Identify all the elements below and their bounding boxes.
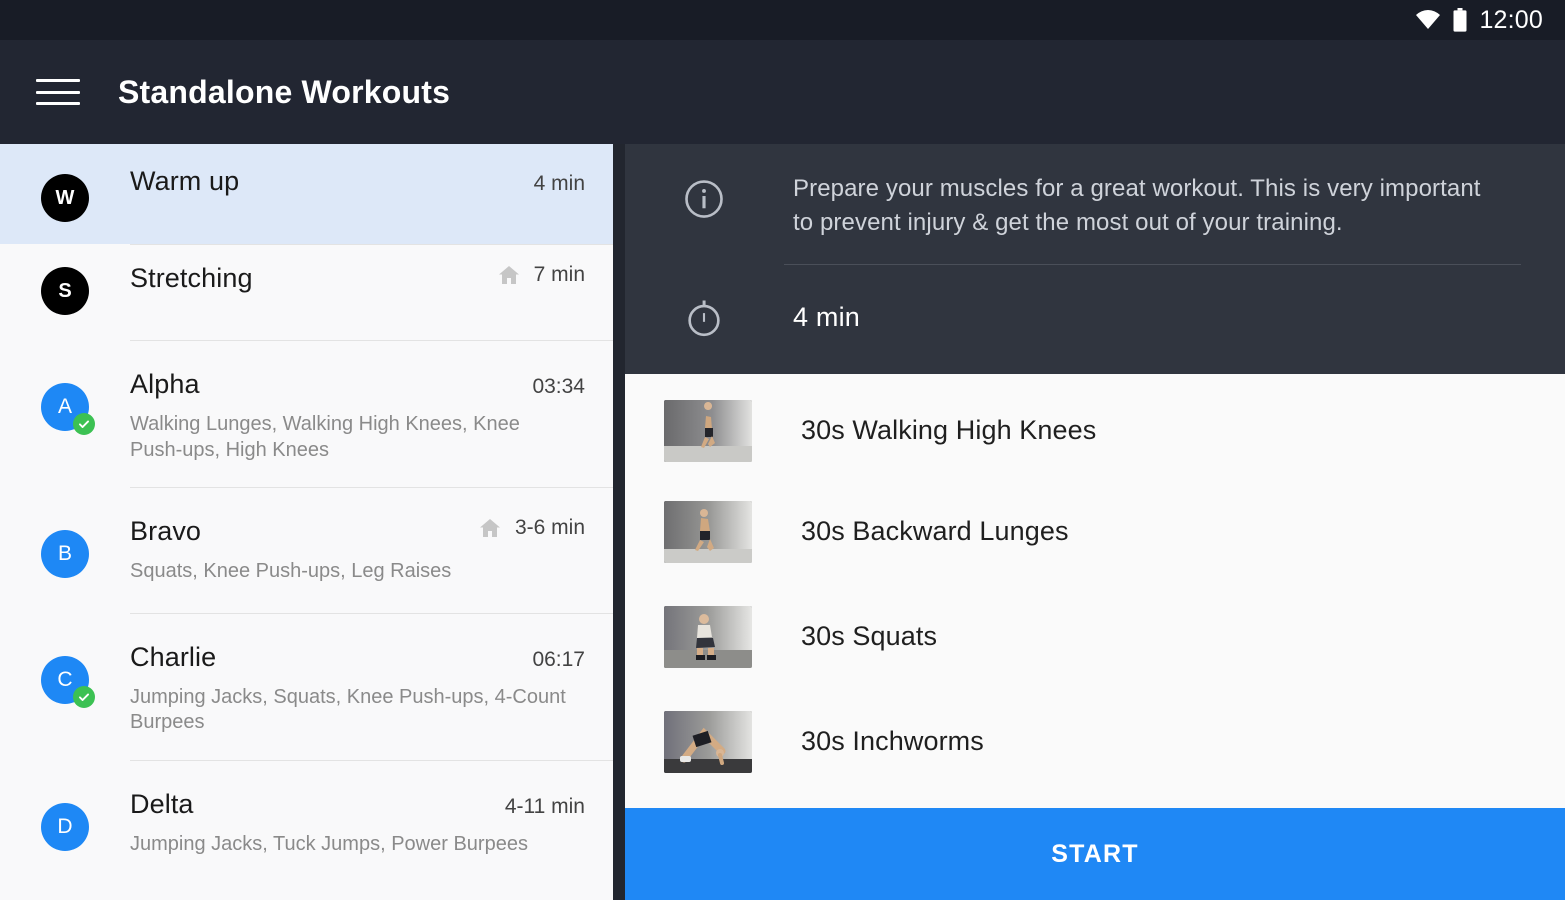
- workout-exercises-summary: Jumping Jacks, Squats, Knee Push-ups, 4-…: [130, 685, 566, 734]
- avatar-column: W: [0, 144, 130, 244]
- workout-row-delta[interactable]: D Delta 4-11 min Jumping Jacks, Tuck Jum…: [0, 760, 613, 858]
- stopwatch-icon: [683, 297, 725, 344]
- avatar: S: [41, 267, 89, 315]
- workout-row-stretching[interactable]: S Stretching 7 min: [0, 245, 613, 340]
- exercise-thumbnail: [664, 605, 752, 668]
- page-title: Standalone Workouts: [118, 73, 451, 110]
- exercise-item[interactable]: 30s Squats: [625, 584, 1565, 689]
- start-button[interactable]: START: [625, 808, 1565, 900]
- content-area: W Warm up 4 min S Stretching 7 min A Alp…: [0, 144, 1565, 900]
- avatar-column: A: [0, 341, 130, 463]
- avatar: D: [41, 802, 89, 851]
- battery-icon: [1453, 8, 1467, 32]
- workout-title: Stretching: [130, 263, 253, 293]
- avatar: B: [41, 530, 89, 579]
- workout-row-warm-up[interactable]: W Warm up 4 min: [0, 144, 613, 244]
- workout-title: Delta: [130, 788, 194, 819]
- workout-duration: 3-6 min: [514, 516, 585, 540]
- workout-duration-detail: 4 min: [793, 302, 861, 333]
- exercise-thumbnail: [664, 500, 752, 563]
- avatar-column: C: [0, 614, 130, 736]
- workout-title: Warm up: [130, 166, 240, 196]
- exercise-label: 30s Squats: [801, 621, 938, 652]
- workout-duration: 03:34: [532, 375, 585, 398]
- panel-gutter: [613, 144, 625, 900]
- exercise-label: 30s Walking High Knees: [801, 415, 1097, 446]
- detail-header: Prepare your muscles for a great workout…: [625, 144, 1565, 375]
- info-circle-icon: [683, 178, 725, 240]
- info-icon-column: [661, 172, 793, 240]
- workout-exercises-summary: Walking Lunges, Walking High Knees, Knee…: [130, 413, 520, 461]
- workout-exercises-summary: Squats, Knee Push-ups, Leg Raises: [130, 560, 452, 583]
- home-icon: [477, 516, 503, 540]
- avatar-column: S: [0, 245, 130, 340]
- avatar: W: [41, 174, 89, 222]
- wifi-icon: [1415, 10, 1441, 30]
- avatar-letter: W: [55, 186, 75, 209]
- workout-row-content: Delta 4-11 min Jumping Jacks, Tuck Jumps…: [130, 761, 613, 858]
- hamburger-menu-icon[interactable]: [36, 76, 80, 108]
- avatar: C: [41, 655, 95, 708]
- workout-row-content: Stretching 7 min: [130, 245, 613, 340]
- workout-detail-panel: Prepare your muscles for a great workout…: [625, 144, 1565, 900]
- start-button-label: START: [1051, 839, 1139, 868]
- exercise-label: 30s Backward Lunges: [801, 516, 1069, 547]
- workout-row-content: Charlie 06:17 Jumping Jacks, Squats, Kne…: [130, 614, 613, 736]
- workout-duration: 4 min: [533, 172, 585, 195]
- workout-title: Bravo: [130, 516, 202, 547]
- avatar-letter: S: [58, 279, 72, 302]
- home-icon: [496, 263, 522, 287]
- workout-title: Charlie: [130, 641, 217, 672]
- exercise-thumbnail: [664, 399, 752, 462]
- status-bar-time: 12:00: [1479, 5, 1543, 34]
- workout-row-content: Alpha 03:34 Walking Lunges, Walking High…: [130, 341, 613, 463]
- avatar-column: B: [0, 488, 130, 585]
- workout-row-charlie[interactable]: C Charlie 06:17 Jumping Jacks, Squats, K…: [0, 613, 613, 760]
- workout-row-alpha[interactable]: A Alpha 03:34 Walking Lunges, Walking Hi…: [0, 341, 613, 488]
- exercise-item[interactable]: 30s Inchworms: [625, 689, 1565, 794]
- workout-row-content: Bravo 3-6 min Squats, Knee Push-ups, Leg…: [130, 488, 613, 585]
- exercise-item[interactable]: 30s Walking High Knees: [625, 374, 1565, 479]
- workout-title: Alpha: [130, 369, 200, 399]
- status-bar: 12:00: [0, 0, 1565, 40]
- app-root: 12:00 Standalone Workouts W Warm up 4 mi…: [0, 0, 1565, 900]
- avatar-column: D: [0, 761, 130, 858]
- completed-check-icon: [73, 413, 95, 435]
- completed-check-icon: [73, 685, 95, 708]
- avatar-letter: C: [57, 667, 73, 691]
- avatar-letter: A: [57, 395, 72, 418]
- avatar: A: [41, 383, 95, 435]
- app-bar: Standalone Workouts: [0, 40, 1565, 144]
- workout-list[interactable]: W Warm up 4 min S Stretching 7 min A Alp…: [0, 144, 613, 900]
- workout-description: Prepare your muscles for a great workout…: [793, 175, 1481, 237]
- timer-icon-column: [661, 291, 793, 344]
- exercise-item[interactable]: 30s Backward Lunges: [625, 479, 1565, 584]
- exercise-label: 30s Inchworms: [801, 726, 984, 757]
- workout-row-content: Warm up 4 min: [130, 144, 613, 244]
- workout-duration: 4-11 min: [504, 794, 585, 818]
- workout-duration: 06:17: [532, 647, 585, 671]
- avatar-letter: D: [57, 814, 73, 838]
- workout-row-bravo[interactable]: B Bravo 3-6 min Squats, Knee Push-ups, L: [0, 488, 613, 613]
- exercise-thumbnail: [664, 710, 752, 773]
- workout-exercises-summary: Jumping Jacks, Tuck Jumps, Power Burpees: [130, 832, 528, 855]
- workout-duration: 7 min: [533, 263, 585, 286]
- avatar-letter: B: [57, 542, 72, 566]
